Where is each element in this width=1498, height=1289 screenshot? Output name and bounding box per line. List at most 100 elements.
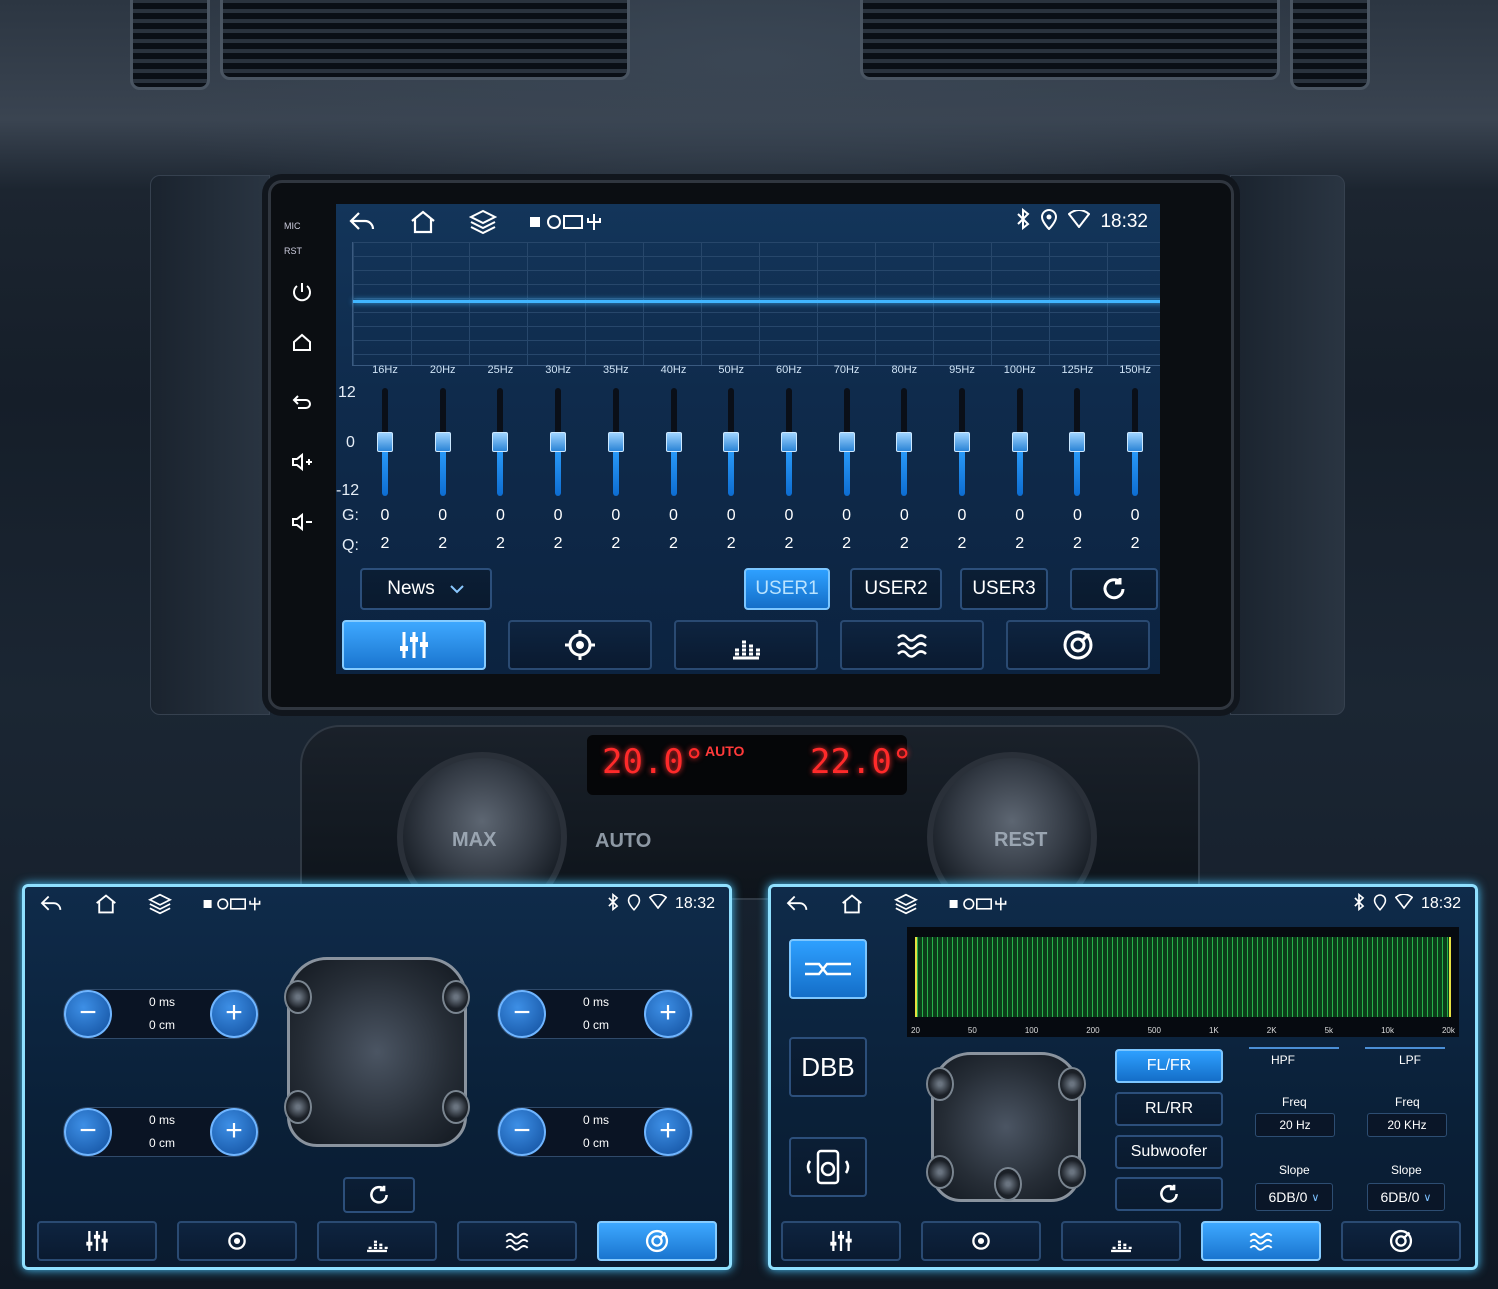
minus-button[interactable]: − [498,990,546,1038]
tab-equalizer[interactable] [342,620,486,670]
user2-button[interactable]: USER2 [850,568,942,610]
plus-button[interactable]: + [644,1108,692,1156]
status-bar: 18:32 [25,887,729,921]
band-slider[interactable] [1011,388,1028,496]
tab-crossover[interactable] [457,1221,577,1261]
band-slider[interactable] [1127,388,1144,496]
lpf-freq-label: Freq [1395,1095,1420,1109]
hpf-freq-value[interactable]: 20 Hz [1255,1113,1335,1137]
plus-button[interactable]: + [210,990,258,1038]
band-slider[interactable] [954,388,970,496]
layers-icon[interactable] [147,891,173,917]
reset-icon [1103,578,1125,600]
hpf-slope-select[interactable]: 6DB/0 ∨ [1255,1183,1333,1211]
volume-up-icon[interactable] [290,450,314,474]
minus-button[interactable]: − [64,990,112,1038]
slider-knob[interactable] [1069,432,1086,452]
slider-knob[interactable] [954,432,970,452]
eq-band: 35Hz 0 2 [587,364,645,558]
tab-equalizer[interactable] [781,1221,901,1261]
slider-knob[interactable] [665,432,682,452]
band-slider[interactable] [434,388,451,496]
bluetooth-icon [1016,207,1030,236]
channel-fl-fr[interactable]: FL/FR [1115,1049,1223,1083]
user3-button[interactable]: USER3 [960,568,1048,610]
band-slider[interactable] [1069,388,1086,496]
band-slider[interactable] [723,388,740,496]
plus-button[interactable]: + [644,990,692,1038]
band-slider[interactable] [838,388,855,496]
right-trim [1230,175,1345,715]
speaker-button[interactable] [789,1137,867,1197]
back-icon[interactable] [348,207,378,237]
slider-knob[interactable] [550,432,567,452]
lpf-slope-select[interactable]: 6DB/0 ∨ [1367,1183,1445,1211]
slider-knob[interactable] [1011,432,1028,452]
band-slider[interactable] [665,388,682,496]
crossover-tab-bar [781,1221,1461,1261]
dbb-button[interactable]: DBB [789,1037,867,1097]
slider-knob[interactable] [838,432,855,452]
band-slider[interactable] [896,388,913,496]
slider-knob[interactable] [607,432,624,452]
preset-dropdown[interactable]: News [360,568,492,610]
slider-knob[interactable] [723,432,740,452]
tab-balance[interactable] [177,1221,297,1261]
side-home-icon[interactable] [290,330,314,354]
bluetooth-icon [607,892,619,916]
band-gain: 0 [438,507,448,524]
tab-sound-field[interactable] [1006,620,1150,670]
band-slider[interactable] [607,388,624,496]
volume-down-icon[interactable] [290,510,314,534]
back-icon[interactable] [785,891,811,917]
slider-knob[interactable] [780,432,797,452]
home-icon[interactable] [93,891,119,917]
scale-top: 12 [338,384,356,401]
reset-button[interactable] [343,1177,415,1213]
minus-button[interactable]: − [64,1108,112,1156]
tab-sound-field[interactable] [1341,1221,1461,1261]
slider-knob[interactable] [896,432,913,452]
plus-button[interactable]: + [210,1108,258,1156]
eq-band: 125Hz 0 2 [1048,364,1106,558]
hpf-label: HPF [1271,1053,1295,1067]
side-back-icon[interactable] [290,390,314,414]
reset-button[interactable] [1070,568,1158,610]
car-top-view [284,957,470,1147]
slider-knob[interactable] [1127,432,1144,452]
tab-crossover[interactable] [840,620,984,670]
tab-balance[interactable] [508,620,652,670]
tab-equalizer[interactable] [37,1221,157,1261]
tab-balance[interactable] [921,1221,1041,1261]
filter-mode-button[interactable] [789,939,867,999]
band-slider[interactable] [550,388,567,496]
minus-button[interactable]: − [498,1108,546,1156]
tab-spectrum[interactable] [674,620,818,670]
home-icon[interactable] [408,207,438,237]
slider-knob[interactable] [434,432,451,452]
band-slider[interactable] [780,388,797,496]
lpf-freq-value[interactable]: 20 KHz [1367,1113,1447,1137]
power-icon[interactable] [290,280,314,304]
tab-crossover[interactable] [1201,1221,1321,1261]
channel-subwoofer[interactable]: Subwoofer [1115,1135,1223,1169]
band-gain: 0 [726,507,736,524]
slider-knob[interactable] [492,432,509,452]
tab-sound-field[interactable] [597,1221,717,1261]
band-slider[interactable] [377,388,393,496]
back-icon[interactable] [39,891,65,917]
layers-icon[interactable] [893,891,919,917]
tab-spectrum[interactable] [317,1221,437,1261]
slider-knob[interactable] [377,432,393,452]
home-icon[interactable] [839,891,865,917]
auto-button[interactable]: AUTO [595,830,651,853]
band-slider[interactable] [492,388,509,496]
rst-label: RST [284,246,302,256]
layers-icon[interactable] [468,207,498,237]
delay-ms: 0 ms [148,995,175,1009]
user1-button[interactable]: USER1 [744,568,830,610]
tab-spectrum[interactable] [1061,1221,1181,1261]
reset-button[interactable] [1115,1177,1223,1211]
channel-rl-rr[interactable]: RL/RR [1115,1092,1223,1126]
wifi-icon [1068,209,1091,234]
